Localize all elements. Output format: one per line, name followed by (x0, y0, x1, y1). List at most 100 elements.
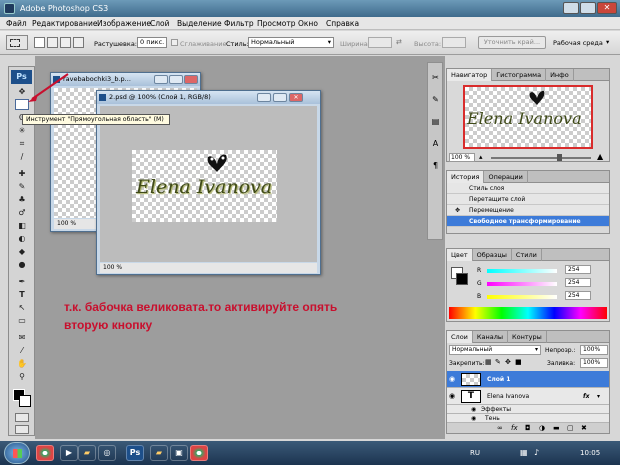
blend-mode-select[interactable]: Нормальный ▾ (449, 345, 541, 355)
selection-mode-add[interactable] (47, 37, 58, 48)
new-group-icon[interactable]: ▬ (553, 423, 560, 433)
channel-b-slider[interactable] (487, 295, 557, 299)
history-item-selected[interactable]: Свободное трансформирование (447, 216, 609, 227)
color-bg-swatch[interactable] (456, 273, 468, 285)
zoom-out-icon[interactable]: ▴ (479, 153, 483, 161)
channel-g-input[interactable]: 254 (565, 278, 591, 287)
tab-histogram[interactable]: Гистограмма (492, 69, 547, 81)
tab-info[interactable]: Инфо (546, 69, 574, 81)
tab-layers[interactable]: Слои (447, 331, 473, 343)
tray-volume-icon[interactable]: ♪ (534, 448, 539, 457)
opacity-input[interactable]: 100% (580, 345, 608, 355)
document-2-minimize-button[interactable] (257, 93, 271, 102)
path-selection-tool-icon[interactable]: ↖ (15, 302, 29, 313)
channel-r-input[interactable]: 254 (565, 265, 591, 274)
taskbar-photoshop-icon[interactable]: Ps (126, 445, 144, 461)
quick-mask-button[interactable] (15, 413, 29, 422)
visibility-eye-icon[interactable]: ◉ (471, 414, 476, 423)
tab-channels[interactable]: Каналы (473, 331, 509, 343)
chevron-down-icon[interactable]: ▾ (606, 38, 609, 46)
healing-brush-tool-icon[interactable]: ✚ (15, 168, 29, 179)
lock-position-icon[interactable]: ✥ (505, 358, 511, 366)
document-2-titlebar[interactable]: 2.psd @ 100% (Слой 1, RGB/8) ✕ (97, 91, 320, 104)
document-2-close-button[interactable]: ✕ (289, 93, 303, 102)
tab-history[interactable]: История (447, 171, 485, 183)
channel-b-input[interactable]: 254 (565, 291, 591, 300)
menu-filter[interactable]: Фильтр (224, 17, 254, 30)
taskbar-chrome-icon[interactable] (36, 445, 54, 461)
navigator-preview[interactable]: Elena Ivanova (463, 85, 593, 149)
selection-mode-new[interactable] (34, 37, 45, 48)
taskbar-browser-icon[interactable]: ◎ (98, 445, 116, 461)
clone-stamp-tool-icon[interactable]: ♣ (15, 194, 29, 205)
character-panel-icon[interactable]: A (430, 139, 441, 150)
brush-tool-icon[interactable]: ✎ (15, 181, 29, 192)
document-1-minimize-button[interactable] (154, 75, 168, 84)
hand-tool-icon[interactable]: ✋ (15, 358, 29, 369)
color-spectrum-ramp[interactable] (449, 307, 607, 319)
document-1-close-button[interactable] (184, 75, 198, 84)
taskbar-folder2-icon[interactable]: ▰ (150, 445, 168, 461)
add-style-fx-icon[interactable]: fx (511, 423, 518, 433)
refine-edge-button[interactable]: Уточнить край... (478, 36, 546, 49)
minimize-button[interactable] (563, 2, 579, 14)
paint-bucket-tool-icon[interactable]: ◐ (15, 233, 29, 244)
tab-styles[interactable]: Стили (512, 249, 542, 261)
document-2-canvas[interactable]: Elena Ivanova (132, 150, 277, 222)
paragraph-panel-icon[interactable]: ¶ (430, 161, 441, 172)
channel-r-slider[interactable] (487, 269, 557, 273)
menu-window[interactable]: Окно (298, 17, 318, 30)
tool-presets-icon[interactable]: ✎ (430, 95, 441, 106)
document-1-maximize-button[interactable] (169, 75, 183, 84)
lock-pixels-icon[interactable]: ✎ (495, 358, 501, 366)
notes-tool-icon[interactable]: ✉ (15, 332, 29, 343)
visibility-eye-icon[interactable]: ◉ (471, 405, 476, 414)
dodge-tool-icon[interactable]: ● (15, 259, 29, 270)
feather-input[interactable]: 0 пикс. (137, 37, 167, 48)
type-tool-icon[interactable]: T (15, 289, 29, 300)
layer-effects-row[interactable]: ◉ Эффекты (447, 405, 609, 414)
taskbar-app-icon[interactable]: ▣ (170, 445, 188, 461)
zoom-in-icon[interactable]: ▲ (597, 152, 603, 161)
blur-tool-icon[interactable]: ◆ (15, 246, 29, 257)
clock[interactable]: 10:05 (580, 449, 600, 457)
fill-input[interactable]: 100% (580, 358, 608, 368)
style-select[interactable]: Нормальный ▾ (248, 37, 334, 48)
taskbar-chrome2-icon[interactable] (190, 445, 208, 461)
layer-effect-row[interactable]: ◉ Тень (447, 414, 609, 423)
language-indicator[interactable]: RU (470, 449, 480, 457)
navigator-zoom[interactable]: 100 % (449, 153, 475, 162)
taskbar-folder-icon[interactable]: ▰ (78, 445, 96, 461)
slice-tool-icon[interactable]: ∕ (15, 151, 29, 162)
document-2-maximize-button[interactable] (273, 93, 287, 102)
menu-edit[interactable]: Редактирование (32, 17, 97, 30)
tab-color[interactable]: Цвет (447, 249, 473, 261)
workspace-label[interactable]: Рабочая среда (553, 39, 603, 47)
layer-row-selected[interactable]: ◉ Слой 1 (447, 371, 609, 388)
history-item[interactable]: Перетащите слой (447, 194, 609, 205)
menu-select[interactable]: Выделение (177, 17, 222, 30)
swap-dimensions-icon[interactable]: ⇄ (396, 38, 402, 46)
navigator-zoom-slider[interactable] (491, 157, 591, 159)
menu-layer[interactable]: Слой (150, 17, 170, 30)
adjustment-layer-icon[interactable]: ◑ (539, 423, 545, 433)
history-item[interactable]: Стиль слоя (447, 183, 609, 194)
start-button[interactable] (4, 442, 30, 464)
eyedropper-tool-icon[interactable]: ⁄ (15, 345, 29, 356)
menu-help[interactable]: Справка (326, 17, 359, 30)
crop-tool-icon[interactable]: ⌗ (15, 138, 29, 149)
tab-navigator[interactable]: Навигатор (447, 69, 493, 81)
history-brush-tool-icon[interactable]: ♂ (15, 207, 29, 218)
tray-network-icon[interactable]: ▦ (520, 448, 528, 457)
lock-transparency-icon[interactable]: ▦ (485, 358, 492, 366)
pen-tool-icon[interactable]: ✒ (15, 276, 29, 287)
magic-wand-tool-icon[interactable]: ✳ (15, 125, 29, 136)
eraser-tool-icon[interactable]: ◧ (15, 220, 29, 231)
delete-layer-icon[interactable]: ✖ (581, 423, 587, 433)
history-item[interactable]: ✥ Перемещение (447, 205, 609, 216)
layer-comps-icon[interactable]: ▤ (430, 117, 441, 128)
antialias-checkbox[interactable] (171, 39, 178, 46)
link-layers-icon[interactable]: ∞ (497, 423, 503, 433)
lock-all-icon[interactable]: ■ (515, 358, 522, 366)
zoom-tool-icon[interactable]: ⚲ (15, 371, 29, 382)
